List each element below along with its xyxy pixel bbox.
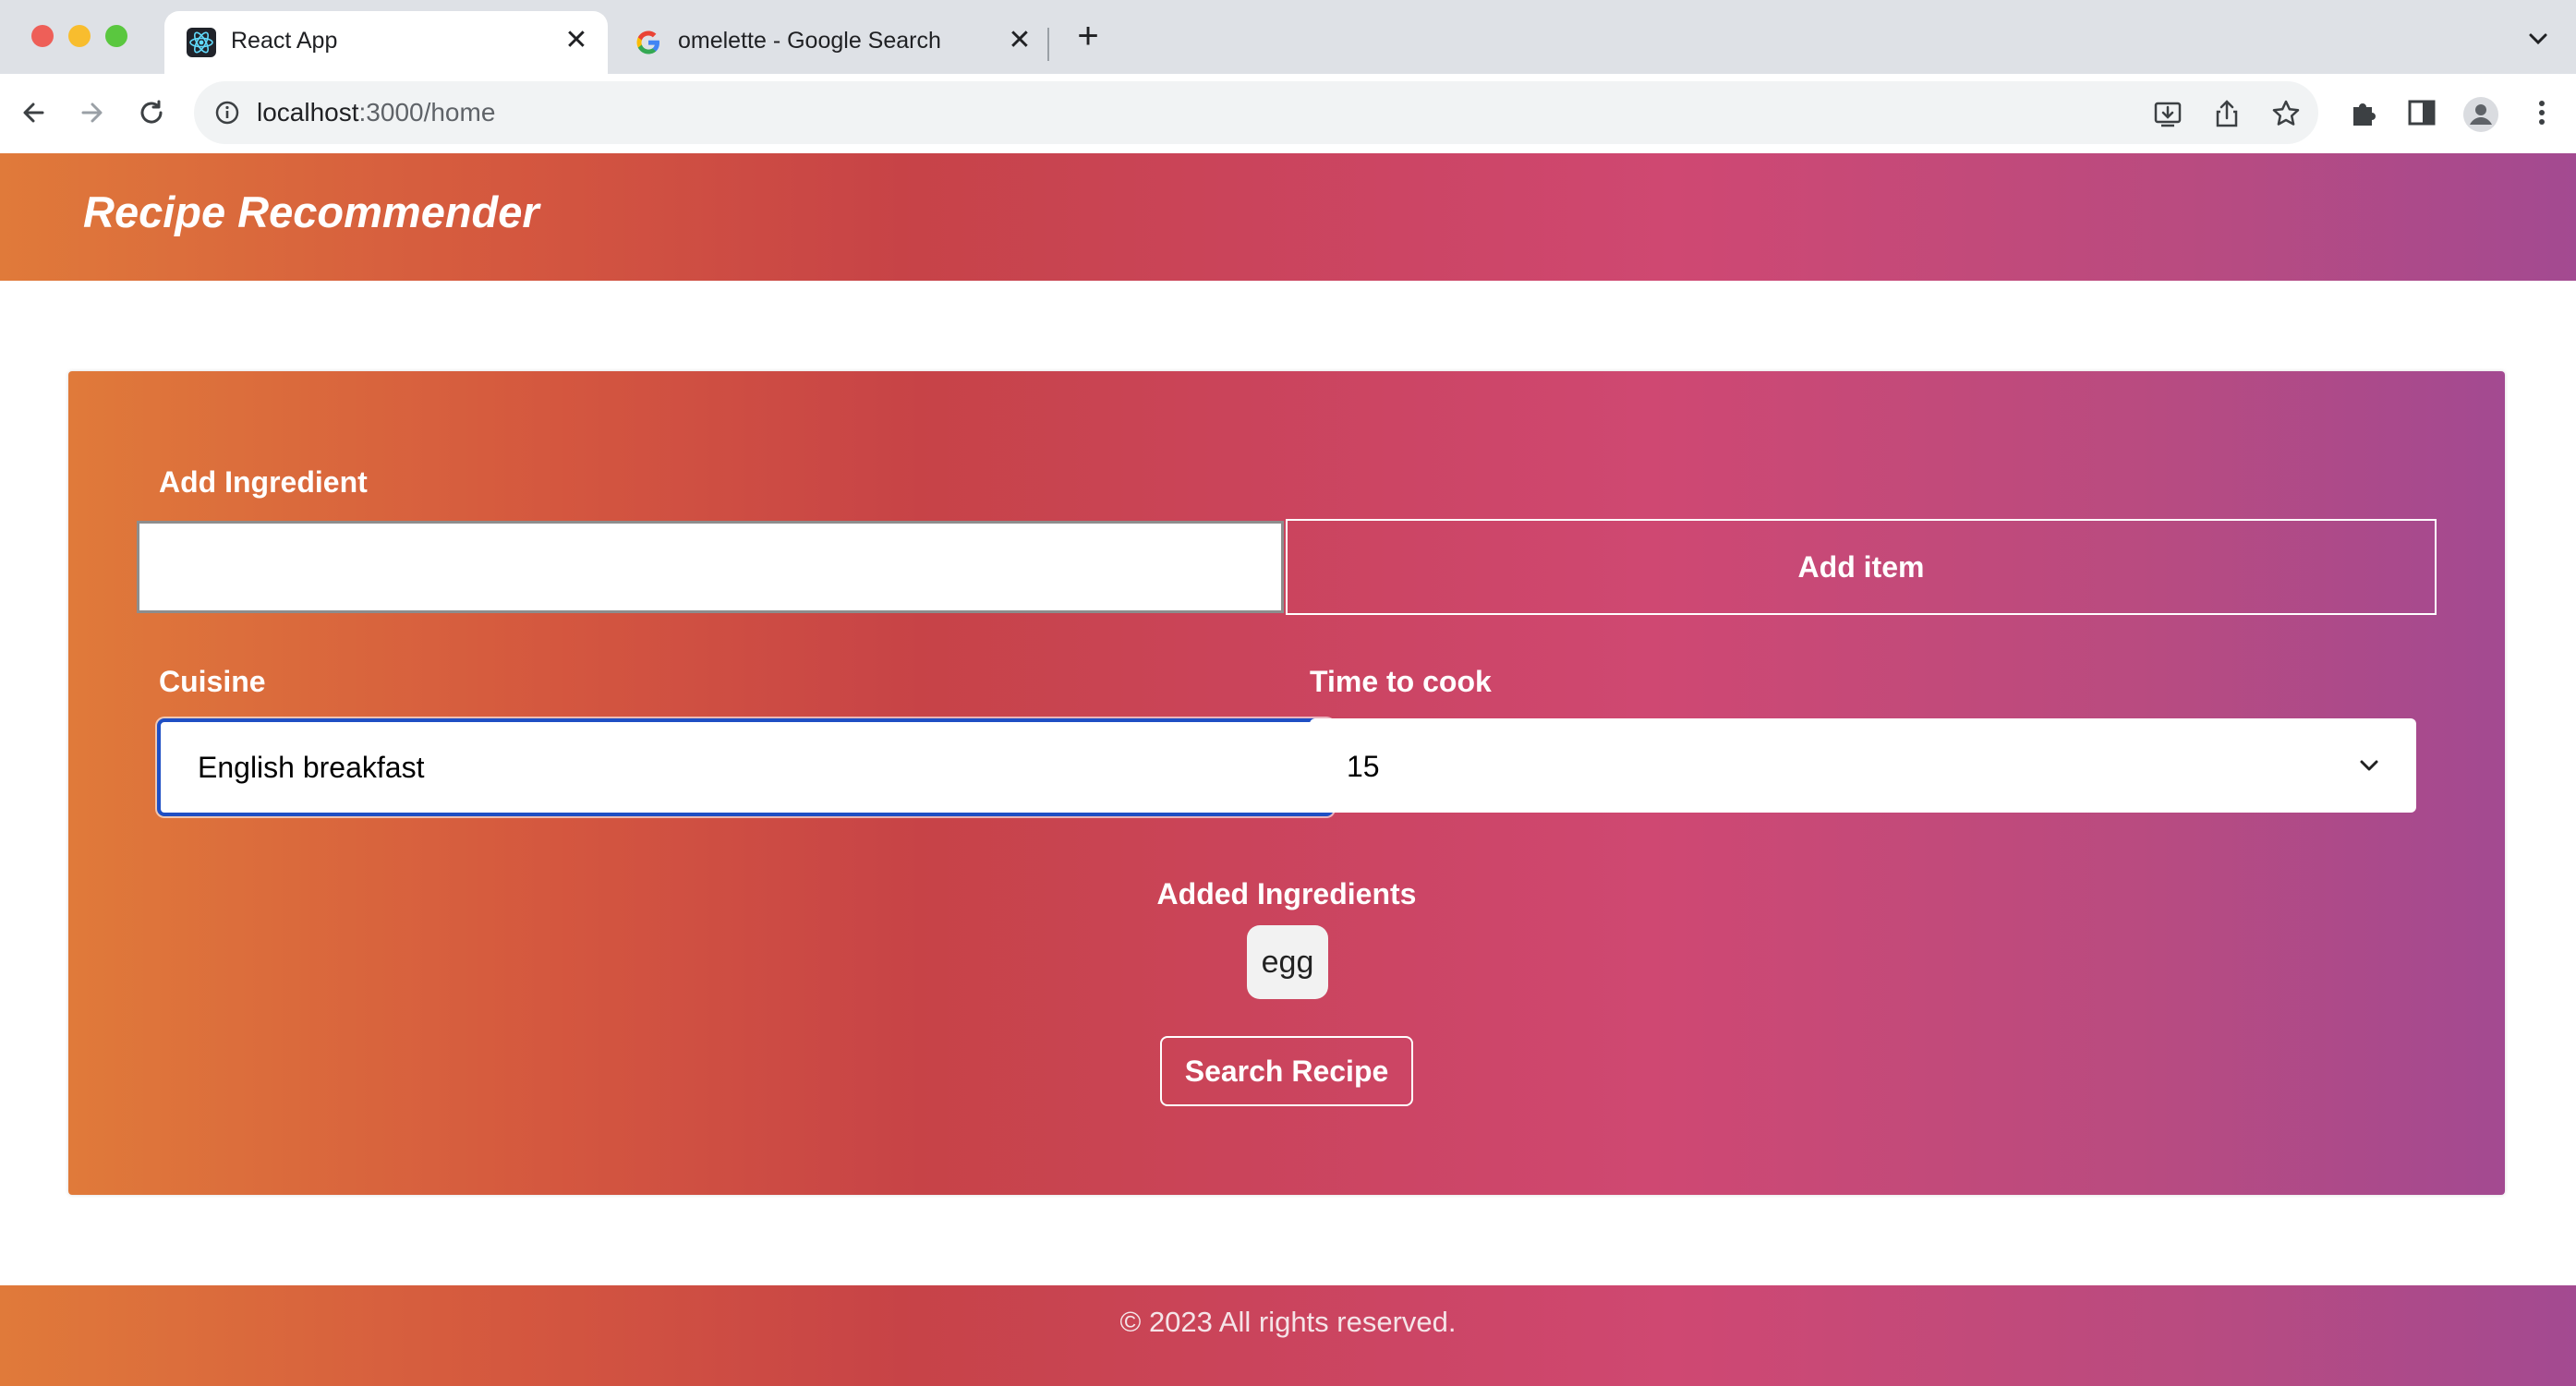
cuisine-input[interactable] [157,718,1334,816]
add-ingredient-label: Add Ingredient [159,465,368,499]
close-icon[interactable]: ✕ [562,26,591,55]
added-ingredients-title: Added Ingredients [1156,877,1417,910]
app-title: Recipe Recommender [83,187,539,236]
reload-icon[interactable] [133,94,170,131]
bookmark-star-icon[interactable] [2270,98,2302,129]
info-icon[interactable] [212,98,242,127]
ingredient-chip[interactable]: egg [1247,925,1328,999]
forward-arrow-icon[interactable] [74,94,111,131]
cuisine-label: Cuisine [159,665,266,698]
tab-divider [1047,28,1049,61]
app-footer: © 2023 All rights reserved. [0,1285,2576,1386]
recipe-form-card: Add Ingredient Add item Cuisine Time to … [68,371,2505,1195]
search-recipe-button[interactable]: Search Recipe [1160,1036,1413,1106]
browser-tab-strip: React App ✕ omelette - Google Search ✕ + [0,0,2576,74]
app-header: Recipe Recommender [0,153,2576,281]
tab-title: React App [231,28,338,54]
url-host: localhost [257,98,359,127]
time-to-cook-select[interactable]: 15 [1310,718,2416,813]
google-icon [634,28,663,57]
kebab-menu-icon[interactable] [2525,96,2558,129]
url-text: localhost:3000/home [257,98,495,127]
chevron-down-icon [2355,752,2383,779]
close-icon[interactable]: ✕ [1005,26,1034,55]
add-item-button[interactable]: Add item [1286,519,2437,615]
time-to-cook-label: Time to cook [1310,665,1492,698]
extensions-puzzle-icon[interactable] [2346,96,2379,129]
new-tab-button[interactable]: + [1071,18,1105,54]
install-app-icon[interactable] [2152,98,2183,129]
side-panel-icon[interactable] [2405,96,2438,129]
share-icon[interactable] [2211,98,2243,129]
tab-react-app[interactable]: React App ✕ [164,11,608,74]
react-icon [187,28,216,57]
minimize-window-button[interactable] [68,25,91,47]
copyright-text: © 2023 All rights reserved. [1119,1306,1457,1338]
browser-toolbar: localhost:3000/home [0,74,2576,154]
close-window-button[interactable] [31,25,54,47]
address-bar[interactable]: localhost:3000/home [194,81,2318,144]
back-arrow-icon[interactable] [15,94,52,131]
ingredient-input[interactable] [137,521,1284,613]
maximize-window-button[interactable] [105,25,127,47]
profile-avatar-icon[interactable] [2462,96,2498,132]
tab-google-search[interactable]: omelette - Google Search ✕ [611,11,1051,74]
chevron-down-icon[interactable] [2522,22,2555,55]
tab-title: omelette - Google Search [678,28,941,54]
url-path: :3000/home [358,98,496,127]
time-to-cook-value: 15 [1347,750,1380,783]
